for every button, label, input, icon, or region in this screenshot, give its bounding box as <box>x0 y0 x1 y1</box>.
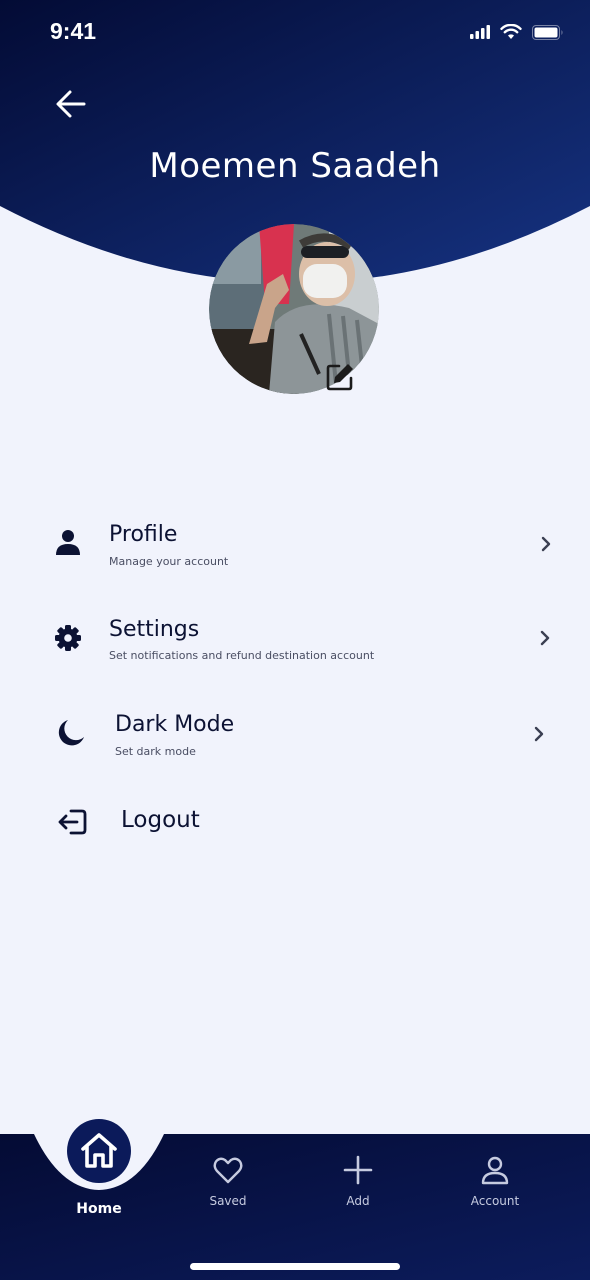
person-icon <box>56 530 80 555</box>
menu-label-dark-mode: Dark Mode <box>115 712 235 737</box>
menu-item-settings[interactable]: Settings Set notifications and refund de… <box>0 605 590 685</box>
avatar-container <box>209 224 379 394</box>
back-button[interactable] <box>50 82 94 126</box>
gear-icon <box>55 625 81 651</box>
menu-subtitle-settings: Set notifications and refund destination… <box>109 649 375 662</box>
wifi-icon <box>500 24 522 39</box>
nav-home-button[interactable] <box>67 1119 131 1183</box>
home-indicator[interactable] <box>190 1263 400 1270</box>
menu-item-profile[interactable]: Profile Manage your account <box>0 510 590 590</box>
chevron-right-icon <box>540 630 550 646</box>
signal-icon <box>470 25 490 39</box>
nav-label-add: Add <box>346 1194 370 1208</box>
page-title: Moemen Saadeh <box>149 146 441 186</box>
nav-label-saved: Saved <box>209 1194 247 1208</box>
menu-subtitle-dark-mode: Set dark mode <box>115 745 196 758</box>
chevron-right-icon <box>541 536 551 552</box>
menu-item-dark-mode[interactable]: Dark Mode Set dark mode <box>0 700 590 780</box>
menu-label-logout: Logout <box>121 807 200 833</box>
heart-icon <box>213 1157 243 1184</box>
nav-label-account: Account <box>470 1194 520 1208</box>
plus-icon <box>343 1155 373 1185</box>
menu-label-settings: Settings <box>109 617 200 642</box>
status-icons <box>470 24 564 40</box>
nav-label-home[interactable]: Home <box>58 1201 140 1217</box>
person-outline-icon <box>481 1156 509 1185</box>
nav-item-add[interactable]: Add <box>323 1154 393 1208</box>
moon-icon <box>58 720 84 746</box>
status-bar: 9:41 <box>0 0 590 70</box>
logout-icon <box>58 809 87 835</box>
nav-item-saved[interactable]: Saved <box>193 1154 263 1208</box>
home-icon <box>81 1133 117 1168</box>
edit-avatar-button[interactable] <box>323 360 357 394</box>
menu-item-logout[interactable]: Logout <box>0 796 590 876</box>
menu-subtitle-profile: Manage your account <box>109 555 229 568</box>
nav-item-account[interactable]: Account <box>460 1154 530 1208</box>
edit-icon <box>326 364 353 391</box>
arrow-left-icon <box>56 90 86 118</box>
status-time: 9:41 <box>50 18 97 44</box>
menu-label-profile: Profile <box>109 522 178 547</box>
battery-icon <box>532 24 563 40</box>
chevron-right-icon <box>534 726 544 742</box>
